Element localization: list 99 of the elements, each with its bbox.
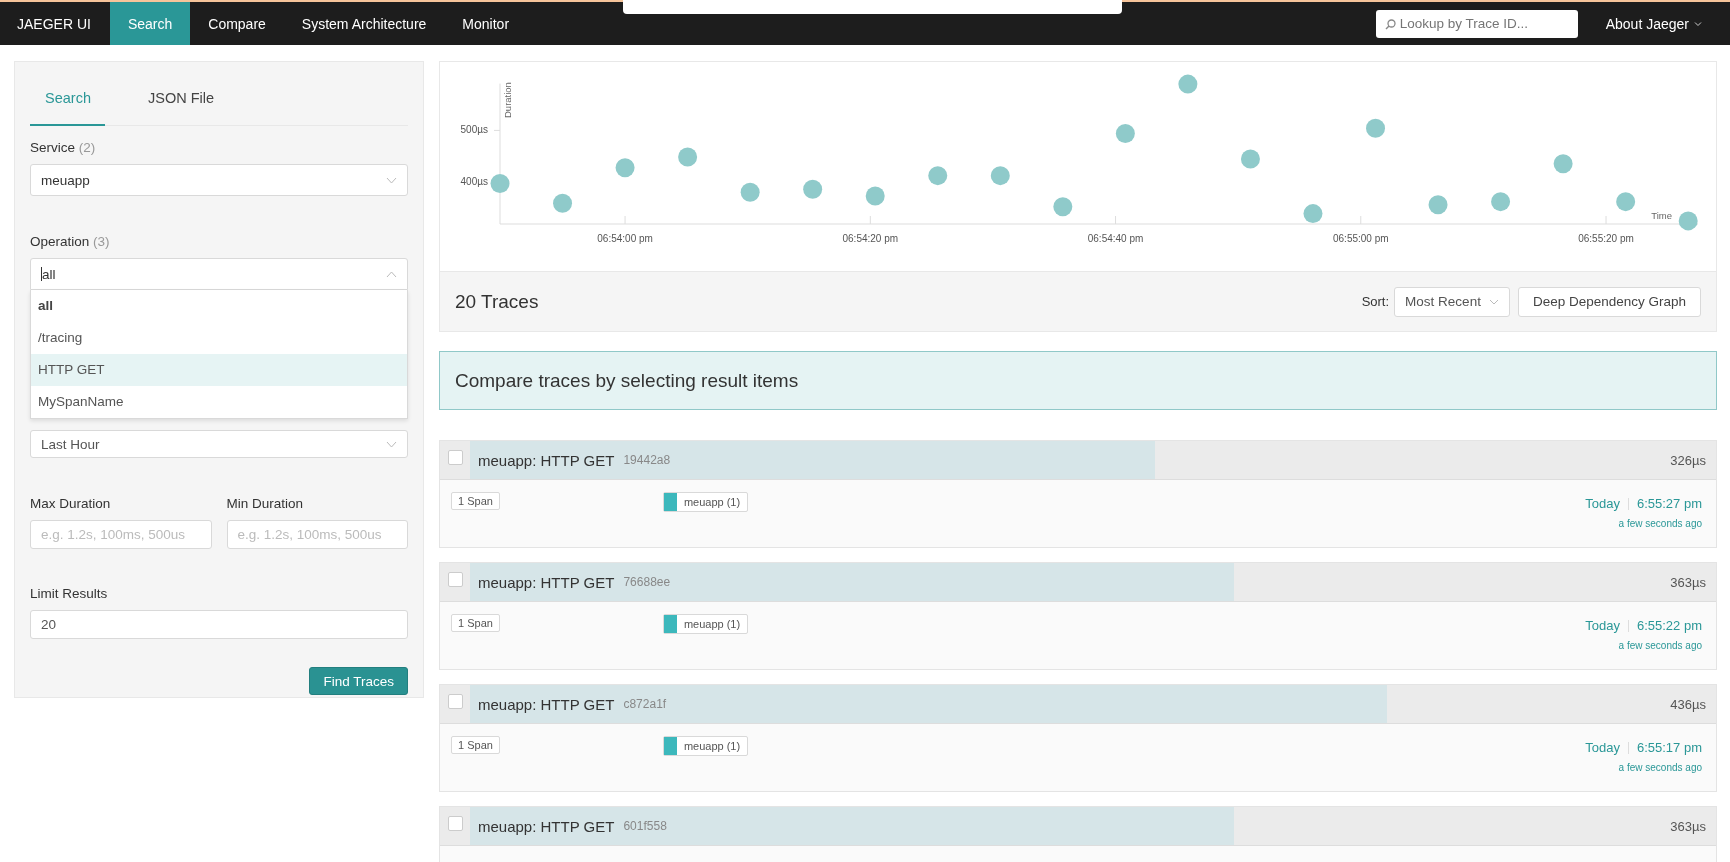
trace-point[interactable] [928,166,948,186]
trace-time: 6:55:22 pm [1636,618,1702,633]
field-label: Operation (3) [30,234,111,249]
trace-id: 76688ee [623,575,671,589]
trace-point[interactable] [1366,118,1385,138]
select-checkbox[interactable] [448,694,463,709]
span-count-tag: 1 Span [451,492,500,510]
trace-duration: 363µs [1670,574,1706,590]
trace-id: 601f558 [623,819,667,833]
max-duration-field[interactable]: e.g. 1.2s, 100ms, 500us [30,520,212,549]
brand-link[interactable]: JAEGER UI [0,15,110,32]
trace-title: meuapp: HTTP GET [478,695,615,713]
trace-point[interactable] [490,173,510,193]
about-menu[interactable]: About Jaeger [1605,15,1702,32]
sort-select[interactable]: Most Recent [1394,286,1510,317]
trace-point[interactable] [1303,204,1323,224]
relative-time: a few seconds ago [1618,762,1702,773]
y-tick-label: 400µs [460,176,488,188]
field-label: Min Duration [226,496,305,511]
x-tick-label: 06:54:20 pm [842,233,899,244]
field-label: Service (2) [30,140,97,155]
select-checkbox[interactable] [448,816,463,831]
service-tag: meuapp (1) [662,736,749,756]
sort-label: Sort: [1361,294,1390,309]
trace-day: Today [1585,496,1620,511]
lookback-select[interactable]: Last Hour [30,430,408,458]
trace-id: c872a1f [623,697,667,711]
trace-point[interactable] [740,182,760,202]
x-tick-label: 06:54:00 pm [597,233,653,244]
relative-time: a few seconds ago [1618,518,1702,529]
service-tag: meuapp (1) [662,614,749,634]
search-icon [1384,18,1396,30]
x-tick-label: 06:55:20 pm [1578,233,1634,244]
y-tick-label: 500µs [460,124,488,136]
compare-banner: Compare traces by selecting result items [439,351,1717,410]
trace-duration: 326µs [1670,452,1706,468]
chevron-down-icon [386,440,397,448]
trace-day: Today [1585,740,1620,755]
x-axis-label: Time [1651,210,1672,221]
chevron-down-icon [386,176,397,184]
field-label: Limit Results [30,586,109,601]
deep-dependency-graph-button[interactable]: Deep Dependency Graph [1517,286,1701,317]
trace-time: 6:55:17 pm [1636,740,1702,755]
nav-tab[interactable]: System Architecture [283,2,445,45]
select-checkbox[interactable] [448,572,463,587]
trace-duration: 436µs [1670,696,1706,712]
trace-point[interactable] [1053,197,1073,217]
trace-point[interactable] [1678,211,1698,231]
trace-item[interactable]: meuapp: HTTP GET c872a1f 436µs 1 Span meuapp (1) Today 6:55:17 pm a few seconds ago [439,684,1717,792]
trace-title: meuapp: HTTP GET [478,451,615,469]
service-select[interactable]: meuapp [30,164,408,196]
dropdown-option[interactable]: /tracing [31,322,407,354]
trace-point[interactable] [678,147,698,167]
chevron-down-icon [1488,298,1499,305]
find-traces-button[interactable]: Find Traces [309,667,408,695]
operation-select[interactable]: all [30,258,408,290]
select-checkbox[interactable] [448,450,463,465]
trace-item[interactable]: meuapp: HTTP GET 19442a8 326µs 1 Span meuapp (1) Today 6:55:27 pm a few seconds ago [439,440,1717,548]
y-axis-label: Duration [502,82,513,118]
trace-point[interactable] [1553,154,1573,174]
trace-duration: 363µs [1670,818,1706,834]
trace-day: Today [1585,618,1620,633]
trace-point[interactable] [1491,192,1511,212]
trace-item[interactable]: meuapp: HTTP GET 76688ee 363µs 1 Span meuapp (1) Today 6:55:22 pm a few seconds ago [439,562,1717,670]
trace-point[interactable] [990,166,1010,186]
caret-icon [1694,20,1702,27]
span-count-tag: 1 Span [451,614,500,632]
x-tick-label: 06:54:40 pm [1087,233,1144,244]
trace-point[interactable] [803,179,823,199]
chevron-up-icon [386,270,397,278]
dropdown-option[interactable]: HTTP GET [31,354,407,386]
nav-tab[interactable]: Monitor [444,2,528,45]
dropdown-option[interactable]: all [31,290,407,322]
trace-title: meuapp: HTTP GET [478,573,615,591]
service-tag: meuapp (1) [662,492,749,512]
trace-point[interactable] [553,193,573,213]
trace-point[interactable] [1115,124,1135,143]
nav-tab[interactable]: Search [109,2,191,45]
trace-count: 20 Traces [455,290,539,313]
form-tab[interactable]: JSON File [133,62,230,125]
trace-point[interactable] [865,186,885,206]
trace-point[interactable] [1240,149,1260,169]
trace-point[interactable] [1428,195,1448,215]
trace-id-lookup-field[interactable]: Lookup by Trace ID... [1375,9,1578,38]
x-tick-label: 06:55:00 pm [1333,233,1389,244]
limit-results-field[interactable]: 20 [30,610,408,639]
nav-tab[interactable]: Compare [190,2,284,45]
trace-item[interactable]: meuapp: HTTP GET 601f558 363µs [439,806,1717,862]
relative-time: a few seconds ago [1618,640,1702,651]
span-count-tag: 1 Span [451,736,500,754]
dropdown-option[interactable]: MySpanName [31,386,407,418]
field-label: Max Duration [30,496,112,511]
trace-point[interactable] [615,158,635,178]
trace-id: 19442a8 [623,453,671,467]
trace-title: meuapp: HTTP GET [478,817,615,835]
trace-point[interactable] [1616,192,1636,212]
min-duration-field[interactable]: e.g. 1.2s, 100ms, 500us [226,520,408,549]
trace-time: 6:55:27 pm [1636,496,1702,511]
trace-point[interactable] [1178,74,1198,94]
